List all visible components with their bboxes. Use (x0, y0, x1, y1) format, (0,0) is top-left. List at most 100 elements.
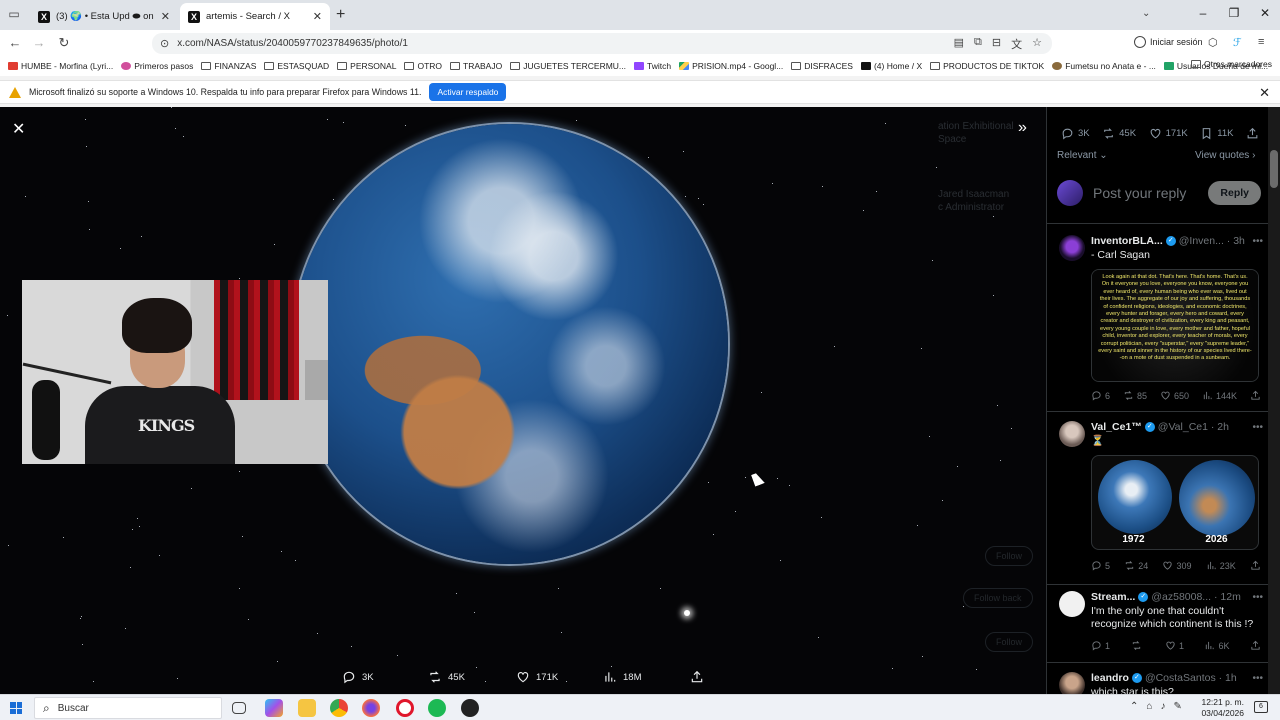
author-name[interactable]: Val_Ce1™ (1091, 421, 1142, 433)
url-text[interactable]: x.com/NASA/status/2040059770237849635/ph… (177, 38, 945, 49)
avatar[interactable] (1059, 235, 1085, 261)
views-button[interactable]: 23K (1206, 560, 1236, 571)
sort-replies-dropdown[interactable]: Relevant ⌄ (1057, 150, 1108, 161)
new-tab-button[interactable]: + (336, 6, 345, 24)
bookmark-item[interactable]: PRISION.mp4 - Googl... (679, 61, 783, 71)
file-explorer-icon[interactable] (298, 699, 316, 717)
firefox-icon[interactable] (362, 699, 380, 717)
avatar[interactable] (1059, 672, 1085, 694)
bookmark-folder[interactable]: PERSONAL (337, 61, 396, 71)
more-options-icon[interactable]: ••• (1252, 673, 1263, 684)
reply-input[interactable]: Post your reply (1093, 185, 1198, 201)
chrome-icon[interactable] (330, 699, 348, 717)
share-button[interactable] (1250, 390, 1261, 401)
notification-center-icon[interactable]: 6 (1254, 701, 1268, 713)
task-view-icon[interactable] (232, 702, 246, 714)
author-name[interactable]: leandro (1091, 672, 1129, 684)
restore-button[interactable]: ❐ (1219, 6, 1249, 20)
more-options-icon[interactable]: ••• (1252, 236, 1263, 247)
minimize-button[interactable]: – (1188, 6, 1218, 20)
clock[interactable]: 12:21 p. m. 03/04/2026 (1196, 697, 1244, 719)
volume-icon[interactable]: ♪ (1160, 701, 1165, 712)
more-options-icon[interactable]: ••• (1252, 592, 1263, 603)
screenshot-icon[interactable]: ⧉ (974, 36, 982, 52)
like-count[interactable]: 171K (1149, 127, 1188, 140)
share-button[interactable] (1250, 640, 1261, 651)
bookmark-item[interactable]: (4) Home / X (860, 61, 922, 71)
repost-button[interactable]: 85 (1123, 390, 1147, 401)
repost-action[interactable]: 45K (428, 670, 465, 684)
network-icon[interactable]: ⌂ (1146, 701, 1152, 712)
reply-post[interactable]: InventorBLA... ✓ @Inven... · 3h ••• - Ca… (1047, 233, 1268, 403)
bookmark-folder[interactable]: FINANZAS (201, 61, 256, 71)
chevron-up-icon[interactable]: ⌃ (1130, 701, 1138, 712)
share-action[interactable] (690, 670, 704, 684)
tab-artemis-search[interactable]: X artemis - Search / X ✕ (180, 3, 330, 30)
repost-button[interactable]: 24 (1124, 560, 1148, 571)
bookmark-star-icon[interactable]: ☆ (1032, 36, 1042, 52)
bookmark-folder[interactable]: JUGUETES TERCERMU... (510, 61, 626, 71)
extensions-icon[interactable]: ⬡ (1208, 36, 1218, 49)
view-quotes-link[interactable]: View quotes › (1195, 150, 1255, 161)
taskbar-search[interactable]: ⌕ Buscar (34, 697, 222, 719)
signin-button[interactable]: Iniciar sesión (1134, 36, 1203, 48)
reply-post[interactable]: Val_Ce1™ ✓ @Val_Ce1 · 2h ••• ⏳ 1972 2026… (1047, 419, 1268, 579)
other-bookmarks[interactable]: Otros marcadores (1190, 59, 1272, 69)
like-button[interactable]: 650 (1160, 390, 1189, 401)
bookmark-folder[interactable]: OTRO (404, 61, 442, 71)
reply-action[interactable]: 3K (342, 670, 374, 684)
close-notification-icon[interactable]: ✕ (1259, 85, 1270, 101)
copilot-icon[interactable] (265, 699, 283, 717)
reply-button[interactable]: 1 (1091, 640, 1110, 651)
views-action[interactable]: 18M (603, 670, 641, 684)
reload-button[interactable]: ↻ (55, 35, 73, 51)
expand-panel-icon[interactable]: » (1018, 119, 1027, 137)
scrollbar-thumb[interactable] (1270, 150, 1278, 188)
reply-count[interactable]: 3K (1061, 127, 1090, 140)
more-options-icon[interactable]: ••• (1252, 422, 1263, 433)
bookmark-folder[interactable]: PRODUCTOS DE TIKTOK (930, 61, 1044, 71)
bookmark-folder[interactable]: DISFRACES (791, 61, 853, 71)
pen-icon[interactable]: ✎ (1173, 701, 1181, 712)
bookmark-count[interactable]: 11K (1200, 127, 1233, 140)
post-image[interactable]: 1972 2026 (1091, 455, 1259, 550)
reply-button[interactable]: 5 (1091, 560, 1110, 571)
site-info-icon[interactable]: ⊙ (160, 37, 169, 50)
bookmark-item[interactable]: Twitch (634, 61, 671, 71)
views-button[interactable]: 6K (1204, 640, 1230, 651)
obs-icon[interactable] (461, 699, 479, 717)
bookmark-folder[interactable]: ESTASQUAD (264, 61, 329, 71)
tab-esta-upd[interactable]: X (3) 🌍 • Esta Upd ⬬ on X: "🇺🇸 ✕ (30, 3, 178, 30)
close-tab-icon[interactable]: ✕ (313, 10, 322, 23)
bookmark-item[interactable]: HUMBE - Morfina (Lyri... (8, 61, 113, 71)
back-button[interactable]: ← (6, 35, 24, 50)
close-icon[interactable]: ✕ (12, 119, 25, 139)
address-bar[interactable]: ⊙ x.com/NASA/status/2040059770237849635/… (152, 33, 1052, 54)
repost-button[interactable] (1131, 640, 1145, 651)
opera-icon[interactable] (396, 699, 414, 717)
translate-icon[interactable]: 文 (1011, 36, 1022, 52)
scrollbar-track[interactable] (1268, 107, 1280, 694)
like-action[interactable]: 171K (516, 670, 558, 684)
share-button[interactable] (1246, 127, 1259, 140)
close-tab-icon[interactable]: ✕ (161, 10, 170, 23)
reply-button[interactable]: Reply (1208, 181, 1261, 205)
extension-app-icon[interactable]: ℱ (1233, 36, 1242, 49)
post-image[interactable]: Look again at that dot. That's here. Tha… (1091, 269, 1259, 382)
like-button[interactable]: 1 (1165, 640, 1184, 651)
menu-icon[interactable]: ≡ (1258, 36, 1264, 48)
avatar[interactable] (1059, 421, 1085, 447)
author-name[interactable]: Stream... (1091, 591, 1135, 603)
share-button[interactable] (1250, 560, 1261, 571)
save-icon[interactable]: ⊟ (992, 36, 1001, 52)
bookmark-item[interactable]: Primeros pasos (121, 61, 193, 71)
tab-list-icon[interactable]: ▭ (6, 7, 22, 23)
activate-backup-button[interactable]: Activar respaldo (429, 83, 507, 101)
like-button[interactable]: 309 (1162, 560, 1192, 571)
reader-view-icon[interactable]: ▤ (954, 36, 964, 52)
reply-post[interactable]: Stream... ✓ @az58008... · 12m ••• I'm th… (1047, 589, 1268, 659)
avatar[interactable] (1059, 591, 1085, 617)
repost-count[interactable]: 45K (1102, 127, 1136, 140)
avatar[interactable] (1057, 180, 1083, 206)
forward-button[interactable]: → (30, 35, 48, 50)
